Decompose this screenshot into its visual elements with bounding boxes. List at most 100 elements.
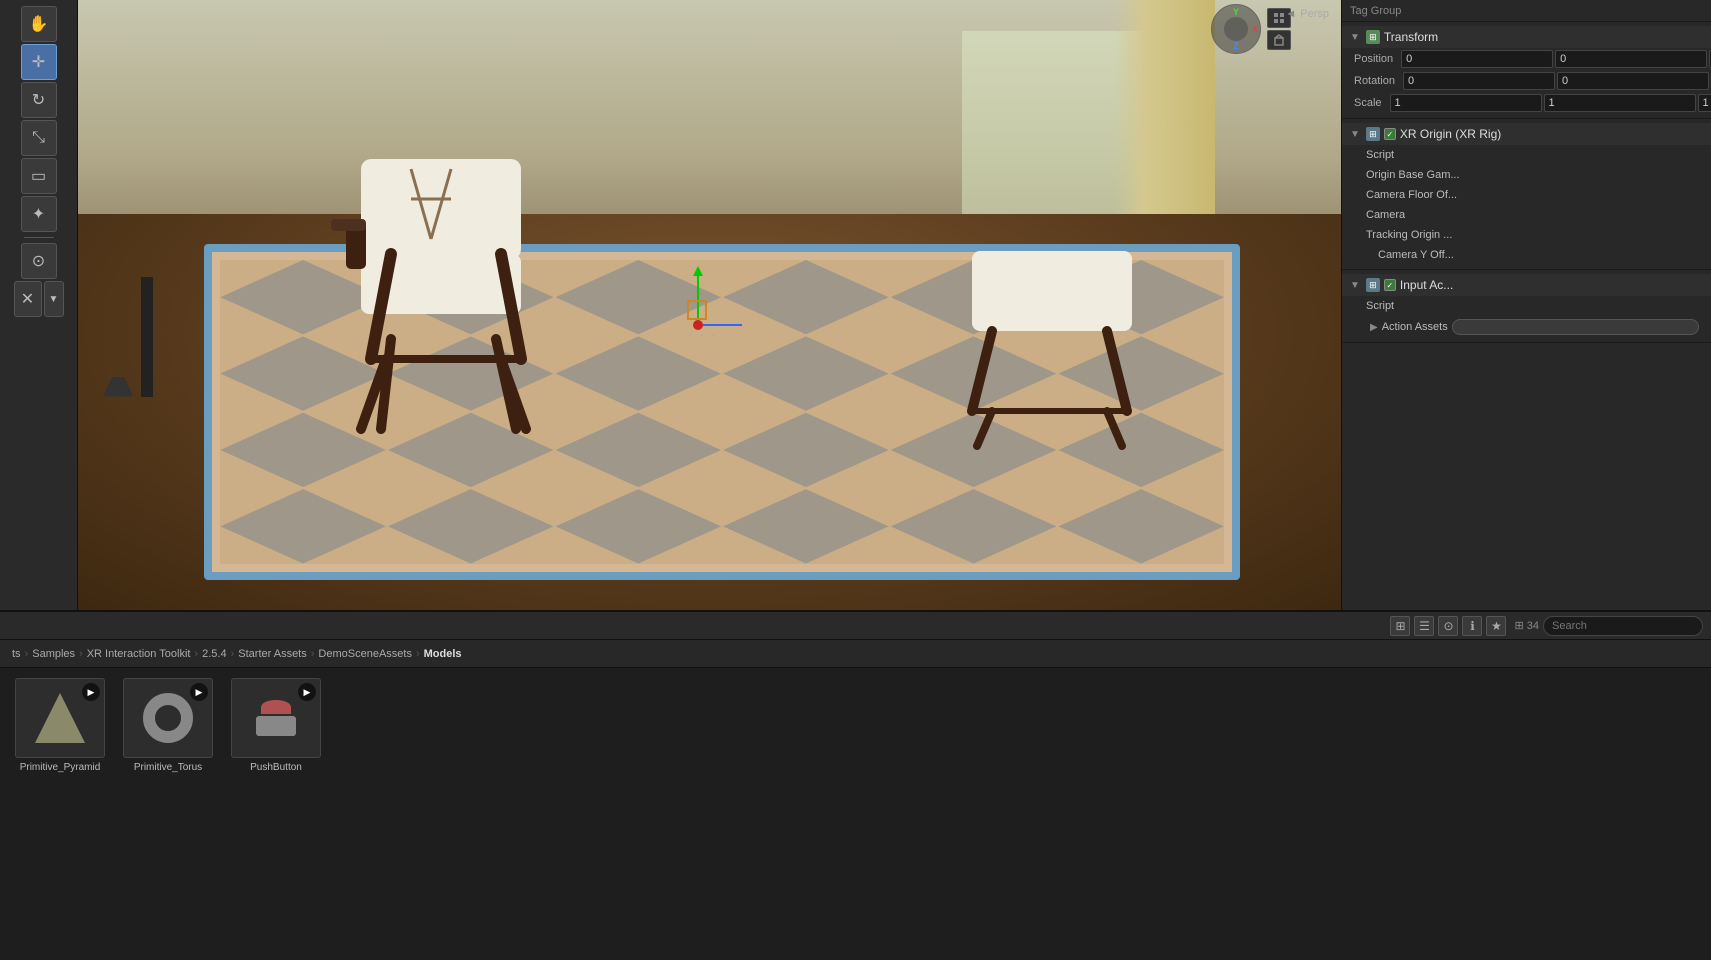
action-assets-input[interactable]	[1452, 319, 1699, 335]
transform-section-header[interactable]: ▼ ⊞ Transform	[1342, 26, 1711, 48]
pyramid-shape-icon	[35, 693, 85, 743]
pb-base	[256, 716, 296, 736]
search-input[interactable]	[1543, 616, 1703, 636]
info-btn[interactable]: ℹ	[1462, 616, 1482, 636]
nav-btn-2[interactable]	[1267, 30, 1291, 50]
breadcrumb-sep-1: ›	[25, 648, 29, 660]
pushbutton-shape-icon	[256, 700, 296, 736]
input-action-icon: ⊞	[1366, 278, 1380, 292]
scale-row: Scale	[1342, 92, 1711, 114]
hand-tool-btn[interactable]: ✋	[21, 6, 57, 42]
camera-y-off-row[interactable]: Camera Y Off...	[1342, 245, 1711, 265]
main-area: ✋ ✛ ↻ ⤡ ▭ ✦ ⊙ ✕ ▼	[0, 0, 1711, 610]
breadcrumb-item-ts[interactable]: ts	[12, 648, 21, 660]
xr-origin-section: ▼ ⊞ ✓ XR Origin (XR Rig) Script Origin B…	[1342, 119, 1711, 270]
camera-y-off-label: Camera Y Off...	[1378, 249, 1699, 261]
toolbar-divider	[24, 237, 54, 238]
viewport[interactable]: Y X Z Persp	[78, 0, 1341, 610]
breadcrumb-sep-5: ›	[311, 648, 315, 660]
breadcrumb-sep-3: ›	[194, 648, 198, 660]
persp-label[interactable]: Persp	[1285, 8, 1329, 20]
breadcrumb-sep-6: ›	[416, 648, 420, 660]
scale-y[interactable]	[1544, 94, 1696, 112]
rug-cell	[220, 489, 386, 563]
assets-toolbar: ⊞ ☰ ⊙ ℹ ★ ⊞ 34	[0, 612, 1711, 640]
rotation-y[interactable]	[1557, 72, 1709, 90]
torus-play-btn[interactable]: ▶	[190, 683, 208, 701]
nav-gizmo-area: Y X Z	[1211, 4, 1291, 54]
custom-tool2-btn[interactable]: ✕	[14, 281, 42, 317]
asset-item-torus[interactable]: ▶ Primitive_Torus	[118, 678, 218, 773]
xr-origin-chevron-icon: ▼	[1350, 129, 1360, 140]
xr-script-row: Script	[1342, 145, 1711, 165]
scale-tool-btn[interactable]: ⤡	[21, 120, 57, 156]
breadcrumb-item-models[interactable]: Models	[424, 648, 462, 660]
asset-thumb-pushbutton: ▶	[231, 678, 321, 758]
torus-shape-icon	[143, 693, 193, 743]
xr-origin-title: XR Origin (XR Rig)	[1400, 127, 1501, 141]
star-btn[interactable]: ★	[1486, 616, 1506, 636]
camera-row[interactable]: Camera	[1342, 205, 1711, 225]
breadcrumb-item-xrit[interactable]: XR Interaction Toolkit	[87, 648, 191, 660]
transform-icon: ⊞	[1366, 30, 1380, 44]
asset-item-pushbutton[interactable]: ▶ PushButton	[226, 678, 326, 773]
grid-view-btn[interactable]: ⊞	[1390, 616, 1410, 636]
rotation-x[interactable]	[1403, 72, 1555, 90]
input-action-section: ▼ ⊞ ✓ Input Ac... Script ▶ Action Assets	[1342, 270, 1711, 343]
transform-section: ▼ ⊞ Transform Position Rotation	[1342, 22, 1711, 119]
transform-gizmo	[659, 254, 739, 354]
rotation-label: Rotation	[1354, 75, 1395, 87]
rug-cell	[556, 413, 722, 487]
tracking-origin-label: Tracking Origin ...	[1366, 229, 1699, 241]
origin-base-label: Origin Base Gam...	[1366, 169, 1699, 181]
rotation-row: Rotation	[1342, 70, 1711, 92]
xr-script-label: Script	[1366, 149, 1699, 161]
breadcrumb-item-samples[interactable]: Samples	[32, 648, 75, 660]
input-action-header[interactable]: ▼ ⊞ ✓ Input Ac...	[1342, 274, 1711, 296]
input-action-title: Input Ac...	[1400, 278, 1453, 292]
custom-tool1-btn[interactable]: ⊙	[21, 243, 57, 279]
list-view-btn[interactable]: ☰	[1414, 616, 1434, 636]
scale-x[interactable]	[1390, 94, 1542, 112]
breadcrumb-item-version[interactable]: 2.5.4	[202, 648, 226, 660]
action-assets-triangle-icon: ▶	[1370, 322, 1378, 333]
camera-floor-row[interactable]: Camera Floor Of...	[1342, 185, 1711, 205]
bottom-area: ⊞ ☰ ⊙ ℹ ★ ⊞ 34 ts › Samples › XR Interac…	[0, 610, 1711, 960]
xr-origin-header[interactable]: ▼ ⊞ ✓ XR Origin (XR Rig)	[1342, 123, 1711, 145]
filter-btn[interactable]: ⊙	[1438, 616, 1458, 636]
rug-cell	[723, 489, 889, 563]
breadcrumb-item-demo[interactable]: DemoSceneAssets	[318, 648, 412, 660]
custom-tool-dropdown[interactable]: ▼	[44, 281, 64, 317]
pb-top	[261, 700, 291, 714]
input-action-checkbox[interactable]: ✓	[1384, 279, 1396, 291]
position-y[interactable]	[1555, 50, 1707, 68]
input-script-label: Script	[1366, 300, 1699, 312]
action-assets-row: ▶ Action Assets	[1342, 316, 1711, 338]
asset-item-pyramid[interactable]: ▶ Primitive_Pyramid	[10, 678, 110, 773]
rug-cell	[723, 336, 889, 410]
scale-z[interactable]	[1698, 94, 1711, 112]
torus-name: Primitive_Torus	[134, 762, 202, 773]
xr-origin-checkbox[interactable]: ✓	[1384, 128, 1396, 140]
pyramid-play-btn[interactable]: ▶	[82, 683, 100, 701]
scene-chair-right	[952, 231, 1152, 451]
breadcrumb-bar: ts › Samples › XR Interaction Toolkit › …	[0, 640, 1711, 668]
transform-title: Transform	[1384, 30, 1438, 44]
tracking-origin-row[interactable]: Tracking Origin ...	[1342, 225, 1711, 245]
rect-tool-btn[interactable]: ▭	[21, 158, 57, 194]
pushbutton-play-btn[interactable]: ▶	[298, 683, 316, 701]
origin-base-row[interactable]: Origin Base Gam...	[1342, 165, 1711, 185]
position-x[interactable]	[1401, 50, 1553, 68]
rug-cell	[891, 489, 1057, 563]
nav-gizmo[interactable]: Y X Z	[1211, 4, 1261, 54]
move-tool-btn[interactable]: ✛	[21, 44, 57, 80]
transform-tool-btn[interactable]: ✦	[21, 196, 57, 232]
rotation-fields	[1403, 72, 1711, 90]
pyramid-name: Primitive_Pyramid	[20, 762, 101, 773]
viewport-scene: Y X Z Persp	[78, 0, 1341, 610]
scene-chair-left	[331, 139, 571, 439]
breadcrumb-item-starter[interactable]: Starter Assets	[238, 648, 306, 660]
rotate-tool-btn[interactable]: ↻	[21, 82, 57, 118]
rug-cell	[723, 413, 889, 487]
camera-floor-label: Camera Floor Of...	[1366, 189, 1699, 201]
